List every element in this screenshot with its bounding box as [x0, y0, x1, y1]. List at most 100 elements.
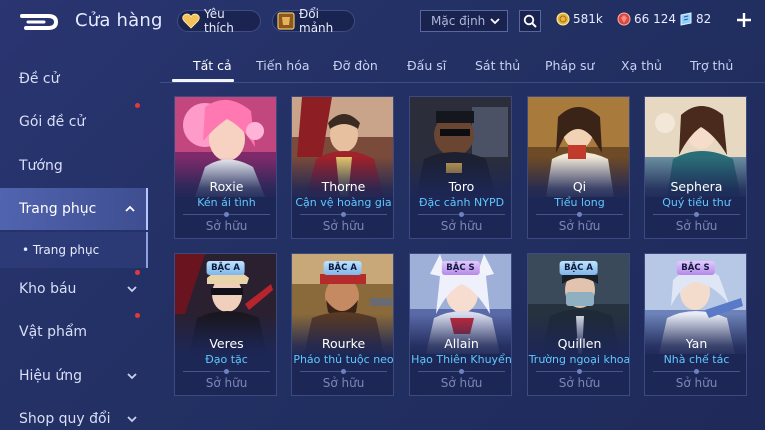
tier-badge: BẬC A — [323, 261, 362, 275]
skin-card-qi[interactable]: Qi Tiểu long Sở hữu — [527, 96, 630, 239]
role-filter-tabs: Tất cả Tiến hóa Đỡ đòn Đấu sĩ Sát thủ Ph… — [160, 52, 765, 83]
back-arrow-icon — [20, 14, 59, 30]
card-divider — [653, 369, 740, 374]
notification-dot — [135, 270, 140, 275]
gem-balance: 66 124 — [617, 12, 676, 26]
sort-value: Mặc định — [431, 14, 486, 28]
tier-badge: BẬC A — [206, 261, 245, 275]
voucher-balance: 82 — [679, 12, 711, 26]
card-divider — [300, 369, 387, 374]
tab-divider — [160, 82, 765, 83]
gold-balance: 581k — [556, 12, 603, 26]
tab-support[interactable]: Trợ thủ — [690, 58, 733, 73]
skin-name: Đặc cảnh NYPD — [418, 196, 505, 209]
hero-name: Qi — [572, 179, 587, 194]
search-button[interactable] — [519, 10, 541, 32]
add-currency-button[interactable] — [736, 9, 752, 29]
sidebar-item-treasure[interactable]: Kho báu — [0, 268, 148, 310]
chevron-down-icon — [127, 286, 137, 293]
sidebar-item-heroes[interactable]: Tướng — [0, 145, 148, 187]
skin-card-yan[interactable]: BẬC S Yan Nhà chế tác Sở hữu — [644, 253, 747, 396]
sidebar-item-label: Đề cử — [19, 71, 60, 87]
owned-status: Sở hữu — [675, 376, 718, 390]
tier-badge: BẬC S — [676, 261, 715, 275]
sidebar-item-skins[interactable]: Trang phục — [0, 188, 148, 230]
tier-badge: BẬC A — [559, 261, 598, 275]
chevron-down-icon — [490, 18, 500, 25]
sidebar-item-label: Trang phục — [19, 201, 97, 217]
tier-badge: BẬC S — [441, 261, 480, 275]
skin-card-roxie[interactable]: Roxie Kén ái tình Sở hữu — [174, 96, 277, 239]
card-divider — [300, 212, 387, 217]
gem-amount: 66 124 — [634, 12, 676, 26]
sidebar-item-effects[interactable]: Hiệu ứng — [0, 355, 148, 397]
fragments-label: Đổi mảnh — [299, 7, 334, 35]
hero-name: Toro — [448, 179, 475, 194]
sort-dropdown[interactable]: Mặc định — [420, 10, 508, 32]
tab-evolution[interactable]: Tiến hóa — [256, 58, 310, 73]
card-divider — [536, 212, 623, 217]
owned-status: Sở hữu — [558, 376, 601, 390]
skin-name: Pháo thủ tuộc neo — [293, 353, 394, 366]
owned-status: Sở hữu — [322, 219, 365, 233]
hero-name: Veres — [209, 336, 244, 351]
sidebar-item-recommended-packs[interactable]: Gói đề cử — [0, 101, 148, 143]
skin-name: Trường ngoại khoa — [528, 353, 630, 366]
sidebar-item-label: Hiệu ứng — [19, 368, 82, 384]
skin-name: Tiểu long — [554, 196, 605, 209]
sidebar-item-label: Kho báu — [19, 281, 77, 297]
hero-name: Roxie — [209, 179, 244, 194]
card-divider — [418, 212, 505, 217]
skin-name: Hạo Thiên Khuyển — [411, 353, 512, 366]
voucher-amount: 82 — [696, 12, 712, 26]
sidebar-subitem-skins[interactable]: • Trang phục — [0, 232, 148, 268]
tab-all[interactable]: Tất cả — [193, 58, 232, 73]
owned-status: Sở hữu — [205, 219, 248, 233]
sidebar-item-label: Vật phẩm — [19, 324, 88, 340]
card-divider — [536, 369, 623, 374]
sidebar-item-label: Shop quy đổi — [19, 411, 111, 427]
voucher-icon — [680, 12, 692, 26]
back-button[interactable] — [18, 10, 62, 34]
skin-card-sephera[interactable]: Sephera Quý tiểu thư Sở hữu — [644, 96, 747, 239]
search-icon — [523, 14, 537, 28]
gold-amount: 581k — [573, 12, 603, 26]
chevron-down-icon — [127, 416, 137, 423]
skin-card-toro[interactable]: Toro Đặc cảnh NYPD Sở hữu — [409, 96, 512, 239]
owned-status: Sở hữu — [440, 376, 483, 390]
skin-card-quillen[interactable]: BẬC A Quillen Trường ngoại khoa Sở hữu — [527, 253, 630, 396]
tab-mage[interactable]: Pháp sư — [545, 58, 594, 73]
sidebar-item-items[interactable]: Vật phẩm — [0, 311, 148, 353]
skin-card-veres[interactable]: BẬC A Veres Đạo tặc Sở hữu — [174, 253, 277, 396]
card-divider — [418, 369, 505, 374]
tab-tank[interactable]: Đỡ đòn — [333, 58, 378, 73]
skin-name: Cận vệ hoàng gia — [295, 196, 392, 209]
page-title: Cửa hàng — [75, 10, 163, 31]
hero-name: Allain — [444, 336, 479, 351]
sidebar-item-recommended[interactable]: Đề cử — [0, 58, 148, 100]
tab-marksman[interactable]: Xạ thủ — [621, 58, 662, 73]
fragment-exchange-button[interactable]: Đổi mảnh — [272, 7, 355, 35]
sidebar-subitem-label: • Trang phục — [22, 243, 100, 257]
skin-card-thorne[interactable]: Thorne Cận vệ hoàng gia Sở hữu — [291, 96, 394, 239]
favorites-button[interactable]: Yêu thích — [177, 7, 261, 35]
owned-status: Sở hữu — [675, 219, 718, 233]
owned-status: Sở hữu — [558, 219, 601, 233]
ruby-gem-icon — [617, 12, 631, 26]
card-divider — [183, 369, 270, 374]
card-divider — [653, 212, 740, 217]
sidebar-item-exchange-shop[interactable]: Shop quy đổi — [0, 398, 148, 430]
plus-icon — [737, 13, 751, 27]
hero-name: Quillen — [557, 336, 602, 351]
tab-assassin[interactable]: Sát thủ — [475, 58, 520, 73]
sidebar-item-label: Gói đề cử — [19, 114, 86, 130]
skin-card-allain[interactable]: BẬC S Allain Hạo Thiên Khuyển Sở hữu — [409, 253, 512, 396]
hero-name: Thorne — [321, 179, 366, 194]
tab-fighter[interactable]: Đấu sĩ — [407, 58, 446, 73]
skin-card-rourke[interactable]: BẬC A Rourke Pháo thủ tuộc neo Sở hữu — [291, 253, 394, 396]
fragment-chest-icon — [277, 12, 295, 30]
notification-dot — [135, 103, 140, 108]
skin-name: Nhà chế tác — [663, 353, 730, 366]
hero-name: Sephera — [670, 179, 723, 194]
sidebar-item-label: Tướng — [19, 158, 63, 174]
